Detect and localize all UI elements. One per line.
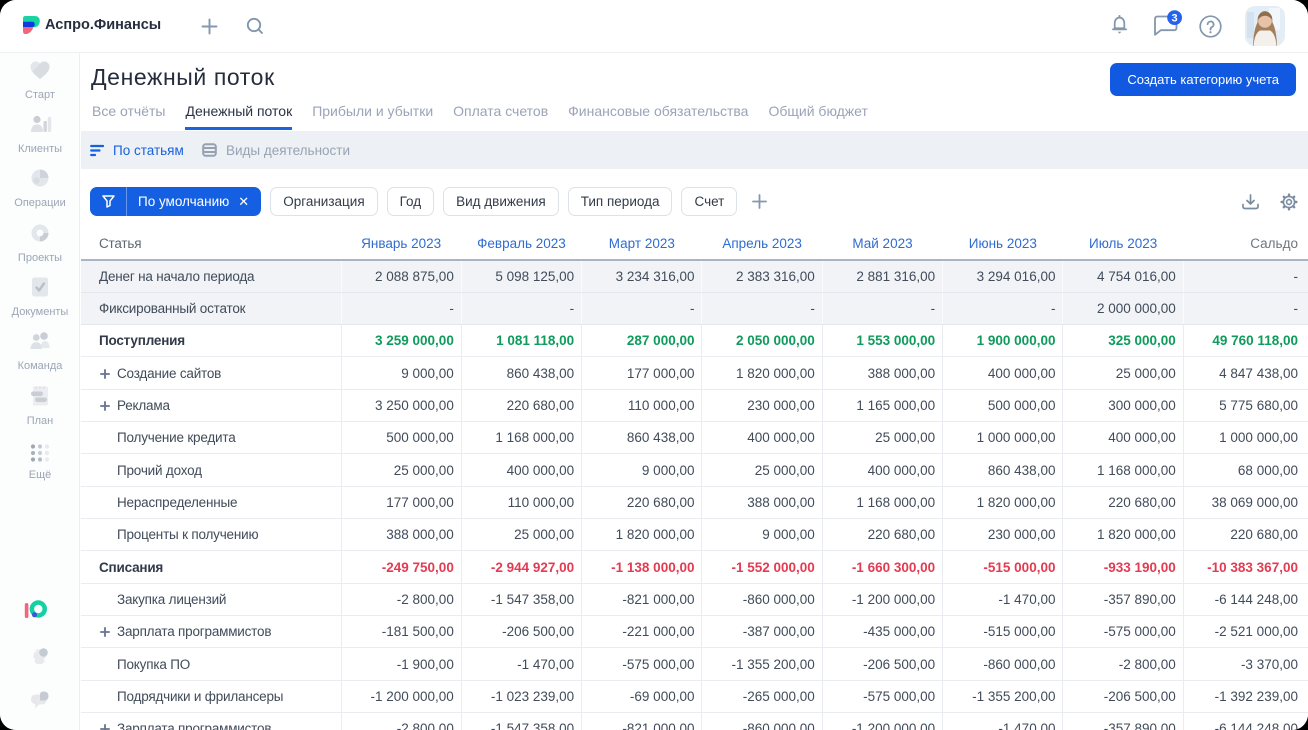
svg-text:3: 3 bbox=[1172, 13, 1178, 25]
